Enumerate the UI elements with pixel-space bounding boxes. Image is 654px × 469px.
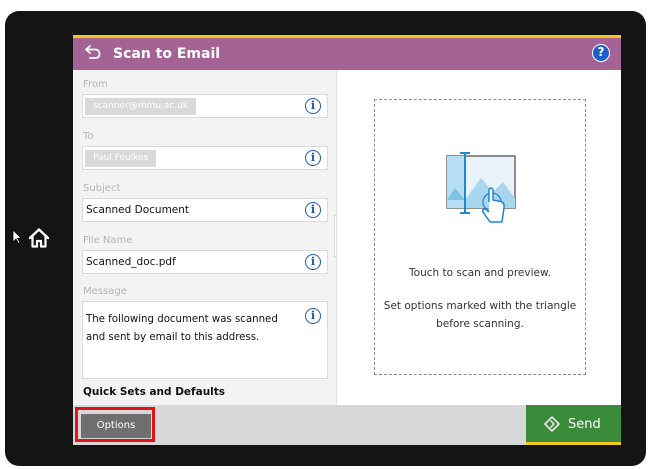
mouse-cursor-icon	[12, 229, 22, 244]
file-name-label: File Name	[83, 235, 133, 246]
message-info-icon[interactable]: i	[305, 308, 321, 324]
send-diamond-icon	[544, 416, 560, 432]
subject-value: Scanned Document	[86, 204, 190, 216]
email-form: From scanner@mmu.ac.uk i To Paul Foulkes…	[73, 70, 336, 405]
help-icon[interactable]: ?	[592, 44, 610, 62]
scan-preview-icon	[446, 152, 516, 223]
back-arrow-icon[interactable]	[84, 44, 102, 60]
file-name-field[interactable]: Scanned_doc.pdf i	[82, 250, 328, 274]
from-field: scanner@mmu.ac.uk i	[82, 94, 328, 118]
message-field[interactable]: The following document was scanned and s…	[82, 301, 328, 379]
from-info-icon[interactable]: i	[305, 98, 321, 114]
options-highlight-box	[75, 407, 155, 442]
send-label: Send	[568, 417, 601, 432]
quick-sets-heading: Quick Sets and Defaults	[83, 386, 226, 398]
touch-to-scan-text: Touch to scan and preview.	[409, 267, 551, 279]
bottom-action-bar: Options Send	[73, 405, 621, 445]
page-title: Scan to Email	[113, 46, 221, 62]
scan-preview-area[interactable]: Touch to scan and preview. Set options m…	[374, 99, 586, 375]
file-name-info-icon[interactable]: i	[305, 254, 321, 270]
control-panel-screen: Scan to Email ? From scanner@mmu.ac.uk i…	[73, 35, 621, 445]
subject-info-icon[interactable]: i	[305, 202, 321, 218]
send-button[interactable]: Send	[526, 405, 621, 445]
message-value: The following document was scanned and s…	[86, 314, 278, 343]
to-info-icon[interactable]: i	[305, 150, 321, 166]
home-icon[interactable]	[28, 227, 50, 249]
message-label: Message	[83, 286, 127, 297]
to-field: Paul Foulkes i	[82, 146, 328, 170]
options-hint-text: Set options marked with the triangle bef…	[383, 300, 577, 330]
subject-field[interactable]: Scanned Document i	[82, 198, 328, 222]
to-value: Paul Foulkes	[85, 150, 157, 167]
subject-label: Subject	[83, 183, 121, 194]
from-value: scanner@mmu.ac.uk	[85, 98, 197, 115]
to-label: To	[83, 131, 94, 142]
preview-pane: Touch to scan and preview. Set options m…	[336, 70, 621, 405]
file-name-value: Scanned_doc.pdf	[86, 256, 176, 268]
from-label: From	[83, 79, 108, 90]
title-bar: Scan to Email ?	[73, 35, 621, 70]
